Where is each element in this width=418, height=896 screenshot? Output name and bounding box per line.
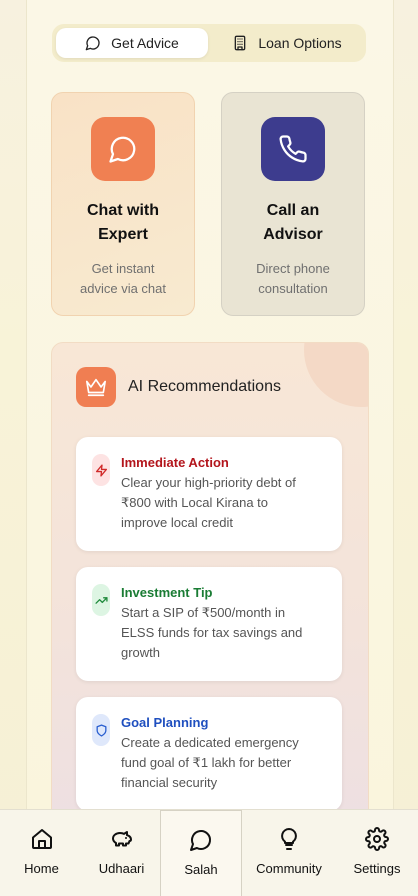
chat-bubble-icon	[109, 136, 136, 163]
chat-icon-box	[91, 117, 155, 181]
phone-icon	[279, 135, 307, 163]
nav-label: Udhaari	[98, 861, 145, 876]
tab-label: Get Advice	[111, 35, 179, 51]
tab-loan-options[interactable]: Loan Options	[212, 28, 362, 58]
crown-icon	[86, 378, 106, 397]
ai-recommendations-header: AI Recommendations	[76, 367, 281, 407]
lightbulb-icon	[281, 828, 297, 850]
call-advisor-card[interactable]: Call an Advisor Direct phone consultation	[221, 92, 365, 316]
chat-with-expert-card[interactable]: Chat with Expert Get instant advice via ch…	[51, 92, 195, 316]
gear-icon	[365, 827, 389, 851]
nav-label: Salah	[184, 862, 218, 877]
chat-bubble-icon	[190, 830, 211, 851]
nav-item-udhaari[interactable]: Udhaari	[83, 810, 160, 896]
lightning-icon-box	[92, 454, 110, 486]
nav-item-settings[interactable]: Settings	[336, 810, 418, 896]
recommendation-immediate-action[interactable]: Immediate Action Clear your high-priorit…	[76, 437, 342, 551]
card-description: Direct phone consultation	[256, 261, 330, 296]
lightning-icon	[95, 463, 107, 477]
home-icon	[31, 829, 52, 849]
recommendation-title: Investment Tip	[121, 585, 213, 600]
crown-icon-box	[76, 367, 116, 407]
card-description: Get instant advice via chat	[80, 261, 166, 296]
chat-bubble-icon	[85, 36, 100, 51]
recommendation-text: Clear your high-priority debt of ₹800 wit…	[121, 475, 296, 530]
nav-item-salah[interactable]: Salah	[160, 810, 242, 896]
building-icon	[235, 35, 246, 51]
trend-up-icon	[94, 596, 108, 604]
advice-tabs: Get Advice Loan Options	[52, 24, 366, 62]
recommendation-investment-tip[interactable]: Investment Tip Start a SIP of ₹500/month…	[76, 567, 342, 681]
recommendation-title: Goal Planning	[121, 715, 209, 730]
shield-icon-box	[92, 714, 110, 746]
phone-icon-box	[261, 117, 325, 181]
recommendation-text: Create a dedicated emergency fund goal of…	[121, 735, 299, 790]
nav-label: Home	[24, 861, 59, 876]
recommendation-text: Start a SIP of ₹500/month in ELSS funds f…	[121, 605, 303, 660]
tab-label: Loan Options	[258, 35, 342, 51]
recommendation-goal-planning[interactable]: Goal Planning Create a dedicated emergen…	[76, 697, 342, 811]
piggy-bank-icon	[111, 831, 132, 847]
nav-item-community[interactable]: Community	[242, 810, 336, 896]
tab-get-advice[interactable]: Get Advice	[56, 28, 208, 58]
bottom-navigation: Home Udhaari Salah Community Settings	[0, 809, 418, 896]
ai-recommendations-title: AI Recommendations	[128, 378, 281, 395]
ai-recommendations-panel: AI Recommendations Immediate Action Clea…	[51, 342, 369, 824]
nav-label: Settings	[353, 861, 401, 876]
card-title: Chat with Expert	[87, 202, 159, 243]
shield-icon	[96, 723, 106, 737]
card-title: Call an Advisor	[263, 202, 323, 243]
nav-label: Community	[256, 861, 322, 876]
decorative-circle	[304, 343, 368, 407]
recommendation-title: Immediate Action	[121, 455, 229, 470]
nav-item-home[interactable]: Home	[0, 810, 83, 896]
trend-up-icon-box	[92, 584, 110, 616]
